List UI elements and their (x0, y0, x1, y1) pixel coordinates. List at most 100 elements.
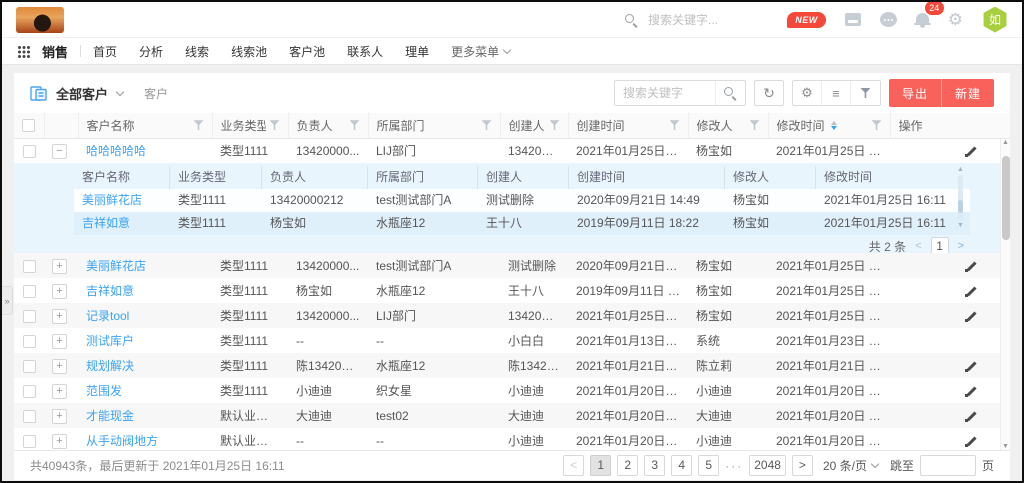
select-all-checkbox[interactable] (22, 119, 35, 132)
filter-icon[interactable] (550, 120, 560, 130)
row-checkbox[interactable] (23, 145, 36, 158)
edit-icon[interactable] (965, 310, 978, 323)
subtable-name-link[interactable]: 吉祥如意 (82, 216, 130, 230)
jump-page-input[interactable] (920, 455, 976, 476)
scrollbar-track[interactable] (1002, 148, 1010, 441)
company-logo[interactable] (16, 7, 64, 33)
page-button[interactable]: 2 (617, 455, 638, 476)
sidebar-expand-handle[interactable]: » (2, 286, 13, 315)
customer-name-link[interactable]: 记录tool (86, 309, 129, 323)
next-page-button[interactable]: > (792, 455, 813, 476)
row-checkbox[interactable] (23, 360, 36, 373)
scroll-up-icon[interactable]: ▲ (1002, 139, 1009, 146)
row-checkbox[interactable] (23, 285, 36, 298)
page-button[interactable]: 1 (590, 455, 611, 476)
subtable-page-button[interactable]: 1 (931, 237, 949, 253)
expand-row-button[interactable]: + (52, 334, 67, 349)
subtable-column-header: 创建时间 (569, 166, 725, 189)
row-checkbox[interactable] (23, 260, 36, 273)
expand-row-button[interactable]: + (52, 309, 67, 324)
subtable-scroll-track[interactable] (958, 175, 963, 220)
list-search-input[interactable] (615, 81, 715, 105)
row-checkbox[interactable] (23, 410, 36, 423)
customer-name-link[interactable]: 规划解决 (86, 359, 134, 373)
row-checkbox[interactable] (23, 335, 36, 348)
edit-icon[interactable] (965, 360, 978, 373)
subtable-name-link[interactable]: 美丽鲜花店 (82, 193, 142, 207)
global-search-input[interactable] (646, 12, 776, 28)
prev-page-button[interactable]: < (563, 455, 584, 476)
nav-tab[interactable]: 理单 (405, 43, 429, 60)
page-button[interactable]: 3 (644, 455, 665, 476)
sort-icon[interactable] (831, 121, 837, 131)
chat-icon[interactable] (880, 12, 897, 27)
scroll-down-icon[interactable]: ▼ (957, 222, 964, 229)
subtable-scrollbar[interactable]: ▲▼ (957, 166, 964, 229)
filter-icon[interactable] (350, 120, 360, 130)
subtable-scroll-thumb[interactable] (958, 200, 963, 214)
edit-icon[interactable] (965, 435, 978, 448)
nav-tab[interactable]: 首页 (93, 43, 117, 60)
column-header-inner: 负责人 (297, 117, 360, 134)
nav-tab[interactable]: 客户池 (289, 43, 325, 60)
edit-icon[interactable] (965, 285, 978, 298)
nav-tab[interactable]: 分析 (139, 43, 163, 60)
edit-icon[interactable] (965, 260, 978, 273)
column-settings-button[interactable]: ⚙ (793, 81, 822, 105)
vertical-scrollbar[interactable]: ▲ ▼ (1000, 139, 1010, 450)
nav-tab[interactable]: 线索池 (231, 43, 267, 60)
scroll-down-icon[interactable]: ▼ (1002, 443, 1009, 450)
edit-icon[interactable] (965, 410, 978, 423)
view-chevron-down-icon[interactable] (116, 87, 124, 95)
filter-icon[interactable] (482, 120, 492, 130)
filter-button[interactable] (851, 81, 880, 105)
inbox-icon[interactable] (845, 13, 861, 26)
app-grid-icon[interactable] (17, 45, 30, 58)
new-badge[interactable]: NEW (787, 12, 826, 28)
more-menu[interactable]: 更多菜单 (451, 43, 510, 60)
nav-tab[interactable]: 联系人 (347, 43, 383, 60)
customer-name-link[interactable]: 范围发 (86, 384, 122, 398)
page-button[interactable]: 2048 (749, 455, 786, 476)
customer-name-link[interactable]: 哈哈哈哈哈 (86, 144, 146, 158)
filter-icon[interactable] (194, 120, 204, 130)
expand-row-button[interactable]: + (52, 359, 67, 374)
customer-name-link[interactable]: 才能现金 (86, 409, 134, 423)
row-checkbox[interactable] (23, 435, 36, 448)
expand-row-button[interactable]: + (52, 284, 67, 299)
filter-icon[interactable] (270, 120, 280, 130)
filter-icon[interactable] (872, 120, 882, 130)
list-search-button[interactable] (715, 81, 745, 105)
create-button[interactable]: 新建 (941, 79, 994, 107)
page-button[interactable]: 5 (698, 455, 719, 476)
user-avatar[interactable]: 如 (982, 7, 1008, 33)
refresh-button[interactable]: ↻ (754, 80, 784, 106)
subtable-prev-page-icon[interactable]: < (915, 240, 921, 252)
edit-icon[interactable] (965, 145, 978, 158)
nav-tab[interactable]: 线索 (185, 43, 209, 60)
expand-row-button[interactable]: + (52, 409, 67, 424)
expand-row-button[interactable]: + (52, 384, 67, 399)
notifications[interactable]: 24 (916, 10, 929, 29)
scroll-up-icon[interactable]: ▲ (957, 166, 964, 173)
customer-name-link[interactable]: 测试库户 (86, 334, 134, 348)
view-selector-label[interactable]: 全部客户 (56, 84, 108, 103)
collapse-row-button[interactable]: − (52, 144, 67, 159)
export-button[interactable]: 导出 (889, 79, 941, 107)
list-view-button[interactable]: ≡ (822, 81, 851, 105)
customer-name-link[interactable]: 吉祥如意 (86, 284, 134, 298)
row-checkbox[interactable] (23, 310, 36, 323)
settings-gear-icon[interactable]: ⚙ (948, 11, 963, 28)
page-button[interactable]: 4 (671, 455, 692, 476)
scrollbar-thumb[interactable] (1002, 156, 1010, 240)
filter-icon[interactable] (750, 120, 760, 130)
customer-name-link[interactable]: 从手动阀地方 (86, 434, 158, 448)
expand-row-button[interactable]: + (52, 434, 67, 449)
expand-row-button[interactable]: + (52, 259, 67, 274)
customer-name-link[interactable]: 美丽鲜花店 (86, 259, 146, 273)
page-size-select[interactable]: 20 条/页 (823, 457, 878, 474)
edit-icon[interactable] (965, 385, 978, 398)
row-checkbox[interactable] (23, 385, 36, 398)
filter-icon[interactable] (670, 120, 680, 130)
subtable-next-page-icon[interactable]: > (958, 240, 964, 252)
